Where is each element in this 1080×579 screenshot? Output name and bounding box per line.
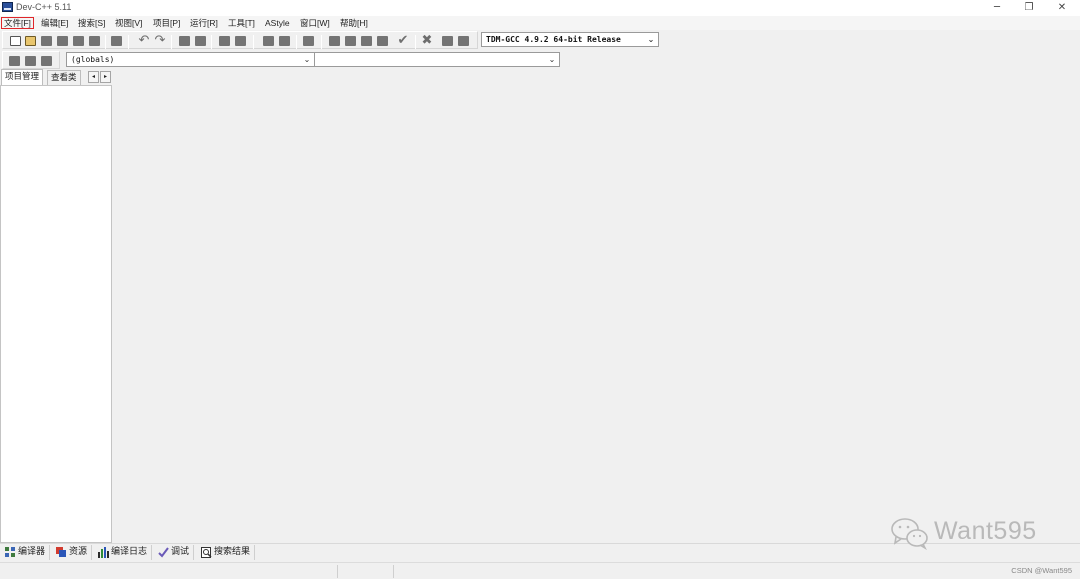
toolbar-separator <box>105 35 106 49</box>
tab-scroll-left-button[interactable]: ◂ <box>88 71 99 83</box>
class-toolbar-group <box>2 51 60 69</box>
left-panel-tabs: 项目管理 查看类 ◂ ▸ <box>0 69 112 85</box>
tab-compile-log-label: 编译日志 <box>111 547 148 557</box>
redo-icon[interactable]: ↷ <box>154 33 166 49</box>
status-divider <box>337 565 338 578</box>
close-all-icon[interactable] <box>89 36 100 46</box>
toolbar-separator <box>128 35 129 49</box>
menu-window[interactable]: 窗口[W] <box>298 17 332 29</box>
open-file-icon[interactable] <box>25 36 36 46</box>
find-next-icon[interactable] <box>219 36 230 46</box>
class-toolbar: (globals) ⌄ ⌄ <box>0 50 1080 70</box>
member-select[interactable]: ⌄ <box>314 52 560 67</box>
new-file-icon[interactable] <box>10 36 21 46</box>
window-title: Dev-C++ 5.11 <box>16 2 72 12</box>
status-bar: CSDN @Want595 <box>0 562 1080 579</box>
toolbar-separator <box>253 35 254 49</box>
debug-check-icon <box>158 547 169 558</box>
stop-execution-icon[interactable]: ✖ <box>421 33 433 49</box>
tab-resources-label: 资源 <box>69 547 88 557</box>
rebuild-all-icon[interactable] <box>377 36 388 46</box>
tab-scroll-right-button[interactable]: ▸ <box>100 71 111 83</box>
wechat-icon <box>891 518 928 550</box>
toolbar-separator <box>296 35 297 49</box>
project-add-icon[interactable] <box>279 36 290 46</box>
goto-declaration-icon[interactable] <box>9 56 20 66</box>
toolbar-separator <box>171 35 172 49</box>
tab-debug[interactable]: 调试 <box>155 545 195 560</box>
project-new-icon[interactable] <box>263 36 274 46</box>
chevron-down-icon[interactable]: ⌄ <box>547 53 557 66</box>
print-icon[interactable] <box>111 36 122 46</box>
debug-icon[interactable] <box>442 36 453 46</box>
save-all-icon[interactable] <box>57 36 68 46</box>
menu-edit[interactable]: 编辑[E] <box>39 17 70 29</box>
menu-help[interactable]: 帮助[H] <box>338 17 370 29</box>
menu-project[interactable]: 项目[P] <box>151 17 182 29</box>
resources-icon <box>56 547 66 557</box>
goto-definition-icon[interactable] <box>25 56 36 66</box>
tab-resources[interactable]: 资源 <box>53 545 93 560</box>
menu-tools[interactable]: 工具[T] <box>226 17 257 29</box>
compile-run-icon[interactable] <box>361 36 372 46</box>
search-results-icon <box>201 547 212 558</box>
project-options-icon[interactable] <box>303 36 314 46</box>
menu-file[interactable]: 文件[F] <box>1 17 34 29</box>
menu-astyle[interactable]: AStyle <box>263 17 292 29</box>
menu-run[interactable]: 运行[R] <box>188 17 220 29</box>
watermark-text: Want595 <box>934 517 1037 545</box>
compile-icon[interactable] <box>329 36 340 46</box>
compiler-icon <box>5 547 15 557</box>
menu-view[interactable]: 视图[V] <box>113 17 144 29</box>
tab-class-browser[interactable]: 查看类 <box>47 70 81 85</box>
goto-line-icon[interactable] <box>235 36 246 46</box>
minimize-button[interactable]: ─ <box>980 0 1014 16</box>
main-toolbar-group: ↶ ↷ ✔ ✖ <box>2 31 478 49</box>
tab-compile-log[interactable]: 编译日志 <box>95 545 153 560</box>
status-divider <box>393 565 394 578</box>
compile-log-icon <box>98 547 109 558</box>
close-file-icon[interactable] <box>73 36 84 46</box>
devcpp-app-icon <box>2 2 13 12</box>
tab-search-results[interactable]: 搜索结果 <box>198 545 256 560</box>
compiler-select-value: TDM-GCC 4.9.2 64-bit Release <box>486 35 621 44</box>
syntax-check-icon[interactable]: ✔ <box>397 33 409 49</box>
tab-project-manager[interactable]: 项目管理 <box>1 69 44 85</box>
tab-debug-label: 调试 <box>171 547 190 557</box>
tab-compiler-label: 编译器 <box>18 547 46 557</box>
tab-compiler[interactable]: 编译器 <box>2 545 51 560</box>
scope-select[interactable]: (globals) ⌄ <box>66 52 315 67</box>
title-bar: Dev-C++ 5.11 ─ ❐ ✕ <box>0 0 1080 16</box>
main-toolbar: ↶ ↷ ✔ ✖ TDM-GCC 4.9.2 64-bit Release ⌄ <box>0 30 1080 50</box>
compiler-select[interactable]: TDM-GCC 4.9.2 64-bit Release ⌄ <box>481 32 659 47</box>
project-manager-panel[interactable] <box>0 85 112 543</box>
tab-search-results-label: 搜索结果 <box>214 547 251 557</box>
toolbar-separator <box>321 35 322 49</box>
find-icon[interactable] <box>179 36 190 46</box>
toolbar-separator <box>211 35 212 49</box>
menu-bar: 文件[F] 编辑[E] 搜索[S] 视图[V] 项目[P] 运行[R] 工具[T… <box>0 16 1080 30</box>
maximize-button[interactable]: ❐ <box>1012 0 1046 16</box>
toolbar-separator <box>415 35 416 49</box>
run-icon[interactable] <box>345 36 356 46</box>
csdn-credit: CSDN @Want595 <box>1011 566 1072 575</box>
chevron-down-icon[interactable]: ⌄ <box>646 33 656 46</box>
profile-icon[interactable] <box>458 36 469 46</box>
menu-search[interactable]: 搜索[S] <box>76 17 107 29</box>
save-icon[interactable] <box>41 36 52 46</box>
insert-icon[interactable] <box>41 56 52 66</box>
close-button[interactable]: ✕ <box>1045 0 1079 16</box>
scope-select-value: (globals) <box>71 55 115 64</box>
undo-icon[interactable]: ↶ <box>138 33 150 49</box>
chevron-down-icon[interactable]: ⌄ <box>302 53 312 66</box>
replace-icon[interactable] <box>195 36 206 46</box>
